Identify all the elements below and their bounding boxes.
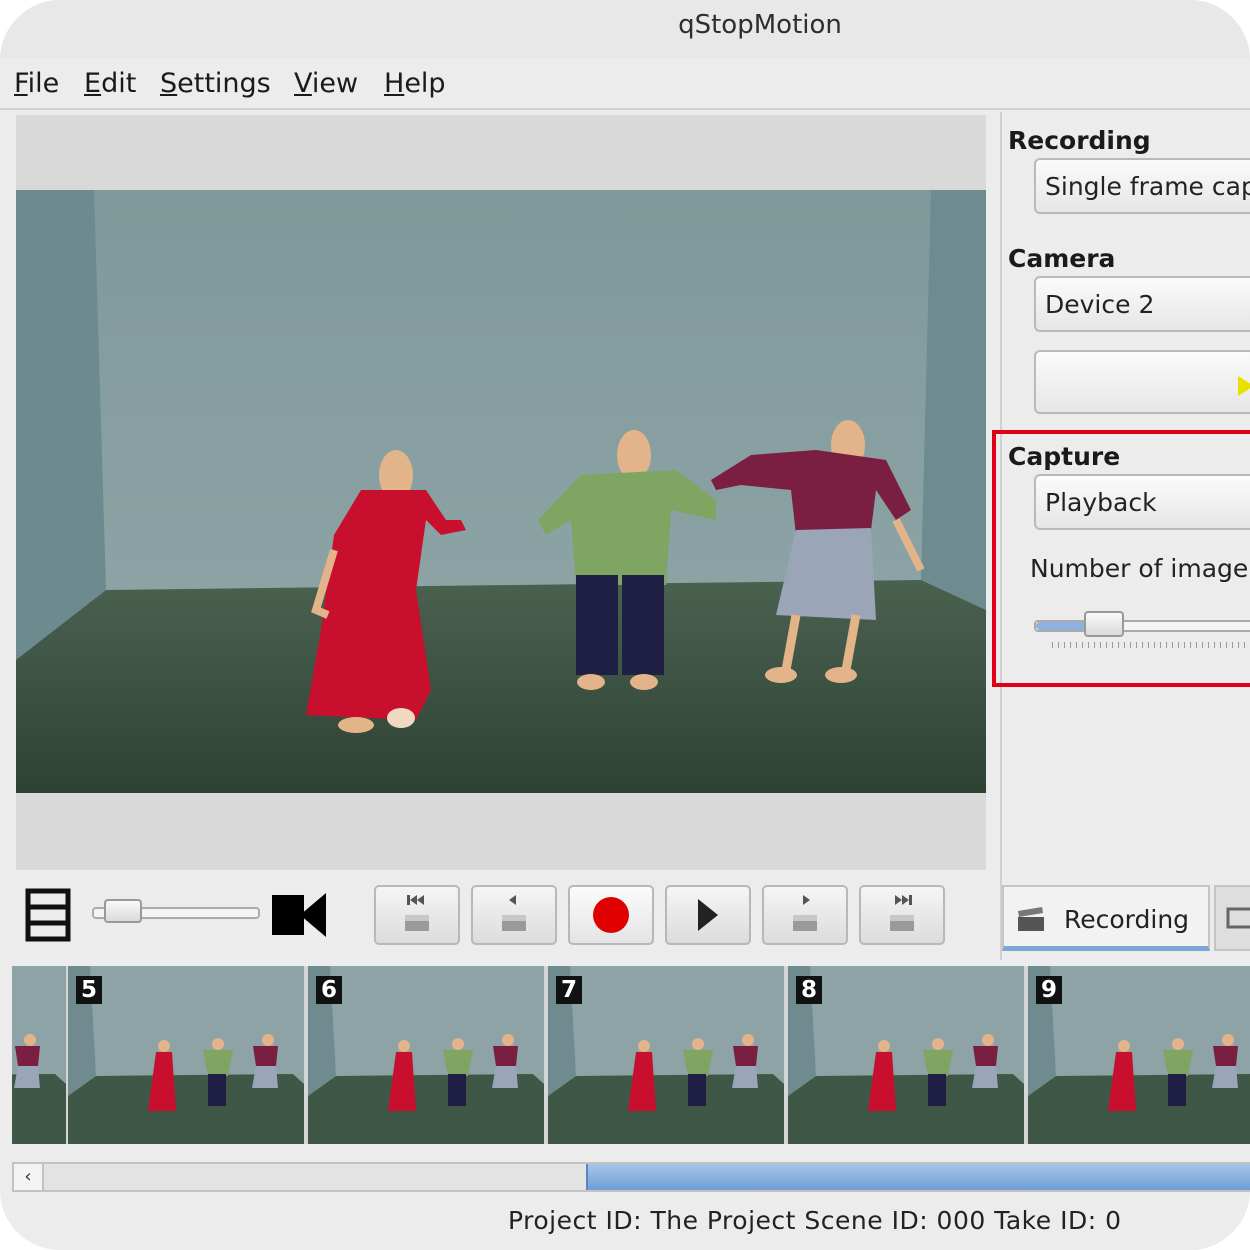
- zoom-slider-handle[interactable]: [104, 899, 143, 923]
- camera-preview: [16, 190, 986, 793]
- frame-number: 5: [76, 976, 102, 1004]
- menu-settings[interactable]: Settings: [160, 68, 271, 99]
- frame-thumbnail-partial[interactable]: [12, 966, 66, 1144]
- camera-preview-image: [16, 190, 986, 793]
- zoom-slider[interactable]: [92, 899, 260, 923]
- frame-number: 9: [1036, 976, 1062, 1004]
- frame-number: 8: [796, 976, 822, 1004]
- frame-image: [548, 966, 784, 1144]
- menu-bar: File Edit Settings View Help: [0, 58, 1250, 108]
- skip-to-start-icon: [405, 895, 429, 931]
- filmstrip-scrollbar[interactable]: ‹: [12, 1162, 1250, 1192]
- frame-number: 6: [316, 976, 342, 1004]
- window-title: qStopMotion: [678, 10, 842, 40]
- recording-mode-value: Single frame cap: [1045, 172, 1250, 201]
- camera-device-combo[interactable]: Device 2: [1034, 276, 1250, 332]
- menu-settings-mnemonic: S: [160, 68, 178, 99]
- frame-filmstrip: 5 6 7 8 9: [12, 966, 1250, 1144]
- scroll-left-arrow-icon[interactable]: ‹: [14, 1164, 44, 1190]
- menu-edit-mnemonic: E: [84, 68, 102, 99]
- panel-tab-bar: Recording: [1002, 885, 1250, 955]
- frame-image: [308, 966, 544, 1144]
- frame-number: 7: [556, 976, 582, 1004]
- next-frame-button[interactable]: [762, 885, 848, 945]
- play-button[interactable]: [665, 885, 751, 945]
- step-back-icon: [502, 895, 526, 931]
- tab-recording-label: Recording: [1064, 905, 1190, 934]
- skip-to-end-icon: [890, 895, 914, 931]
- record-icon: [593, 897, 629, 933]
- scrollbar-thumb[interactable]: [586, 1164, 1250, 1190]
- step-forward-icon: [793, 895, 817, 931]
- frame-thumbnail[interactable]: 5: [68, 966, 304, 1144]
- menu-edit-label: dit: [101, 68, 137, 99]
- play-yellow-icon: [1238, 376, 1250, 396]
- recording-group-title: Recording: [1008, 126, 1151, 155]
- menu-help-mnemonic: H: [384, 68, 405, 99]
- frame-thumbnail[interactable]: 8: [788, 966, 1024, 1144]
- camera-group-title: Camera: [1008, 244, 1116, 273]
- status-bar: Project ID: The Project Scene ID: 000 Ta…: [0, 1198, 1250, 1250]
- play-icon: [698, 899, 718, 931]
- title-bar[interactable]: qStopMotion: [0, 0, 1250, 58]
- menu-view-label: iew: [311, 68, 359, 99]
- menu-file[interactable]: File: [14, 68, 59, 99]
- tab-recording[interactable]: Recording: [1002, 885, 1210, 951]
- capture-highlight-frame: [992, 430, 1250, 687]
- clapperboard-icon: [1018, 907, 1044, 931]
- menu-edit[interactable]: Edit: [84, 68, 136, 99]
- menu-file-label: ile: [27, 68, 60, 99]
- menu-help-label: elp: [404, 68, 446, 99]
- frame-thumbnail[interactable]: 9: [1028, 966, 1250, 1144]
- camera-device-value: Device 2: [1045, 290, 1155, 319]
- menu-help[interactable]: Help: [384, 68, 446, 99]
- application-window: qStopMotion File Edit Settings View Help: [0, 0, 1250, 1250]
- menu-file-mnemonic: F: [14, 68, 28, 99]
- image-icon: [1226, 907, 1250, 929]
- recording-mode-combo[interactable]: Single frame cap: [1034, 158, 1250, 214]
- first-frame-button[interactable]: [374, 885, 460, 945]
- last-frame-button[interactable]: [859, 885, 945, 945]
- menu-separator: [0, 108, 1250, 110]
- frame-thumbnail[interactable]: 7: [548, 966, 784, 1144]
- frame-thumbnail[interactable]: 6: [308, 966, 544, 1144]
- record-button[interactable]: [568, 885, 654, 945]
- tab-other[interactable]: [1214, 885, 1250, 951]
- status-project-info: Project ID: The Project Scene ID: 000 Ta…: [508, 1206, 1122, 1235]
- menu-settings-label: ettings: [177, 68, 271, 99]
- frame-image: [68, 966, 304, 1144]
- menu-view[interactable]: View: [294, 68, 358, 99]
- camera-start-button[interactable]: [1034, 350, 1250, 414]
- previous-frame-button[interactable]: [471, 885, 557, 945]
- filmstrip-icon: [25, 888, 71, 942]
- video-camera-icon: [272, 893, 326, 937]
- playback-controls: [0, 875, 1000, 960]
- frame-image: [788, 966, 1024, 1144]
- menu-view-mnemonic: V: [294, 68, 312, 99]
